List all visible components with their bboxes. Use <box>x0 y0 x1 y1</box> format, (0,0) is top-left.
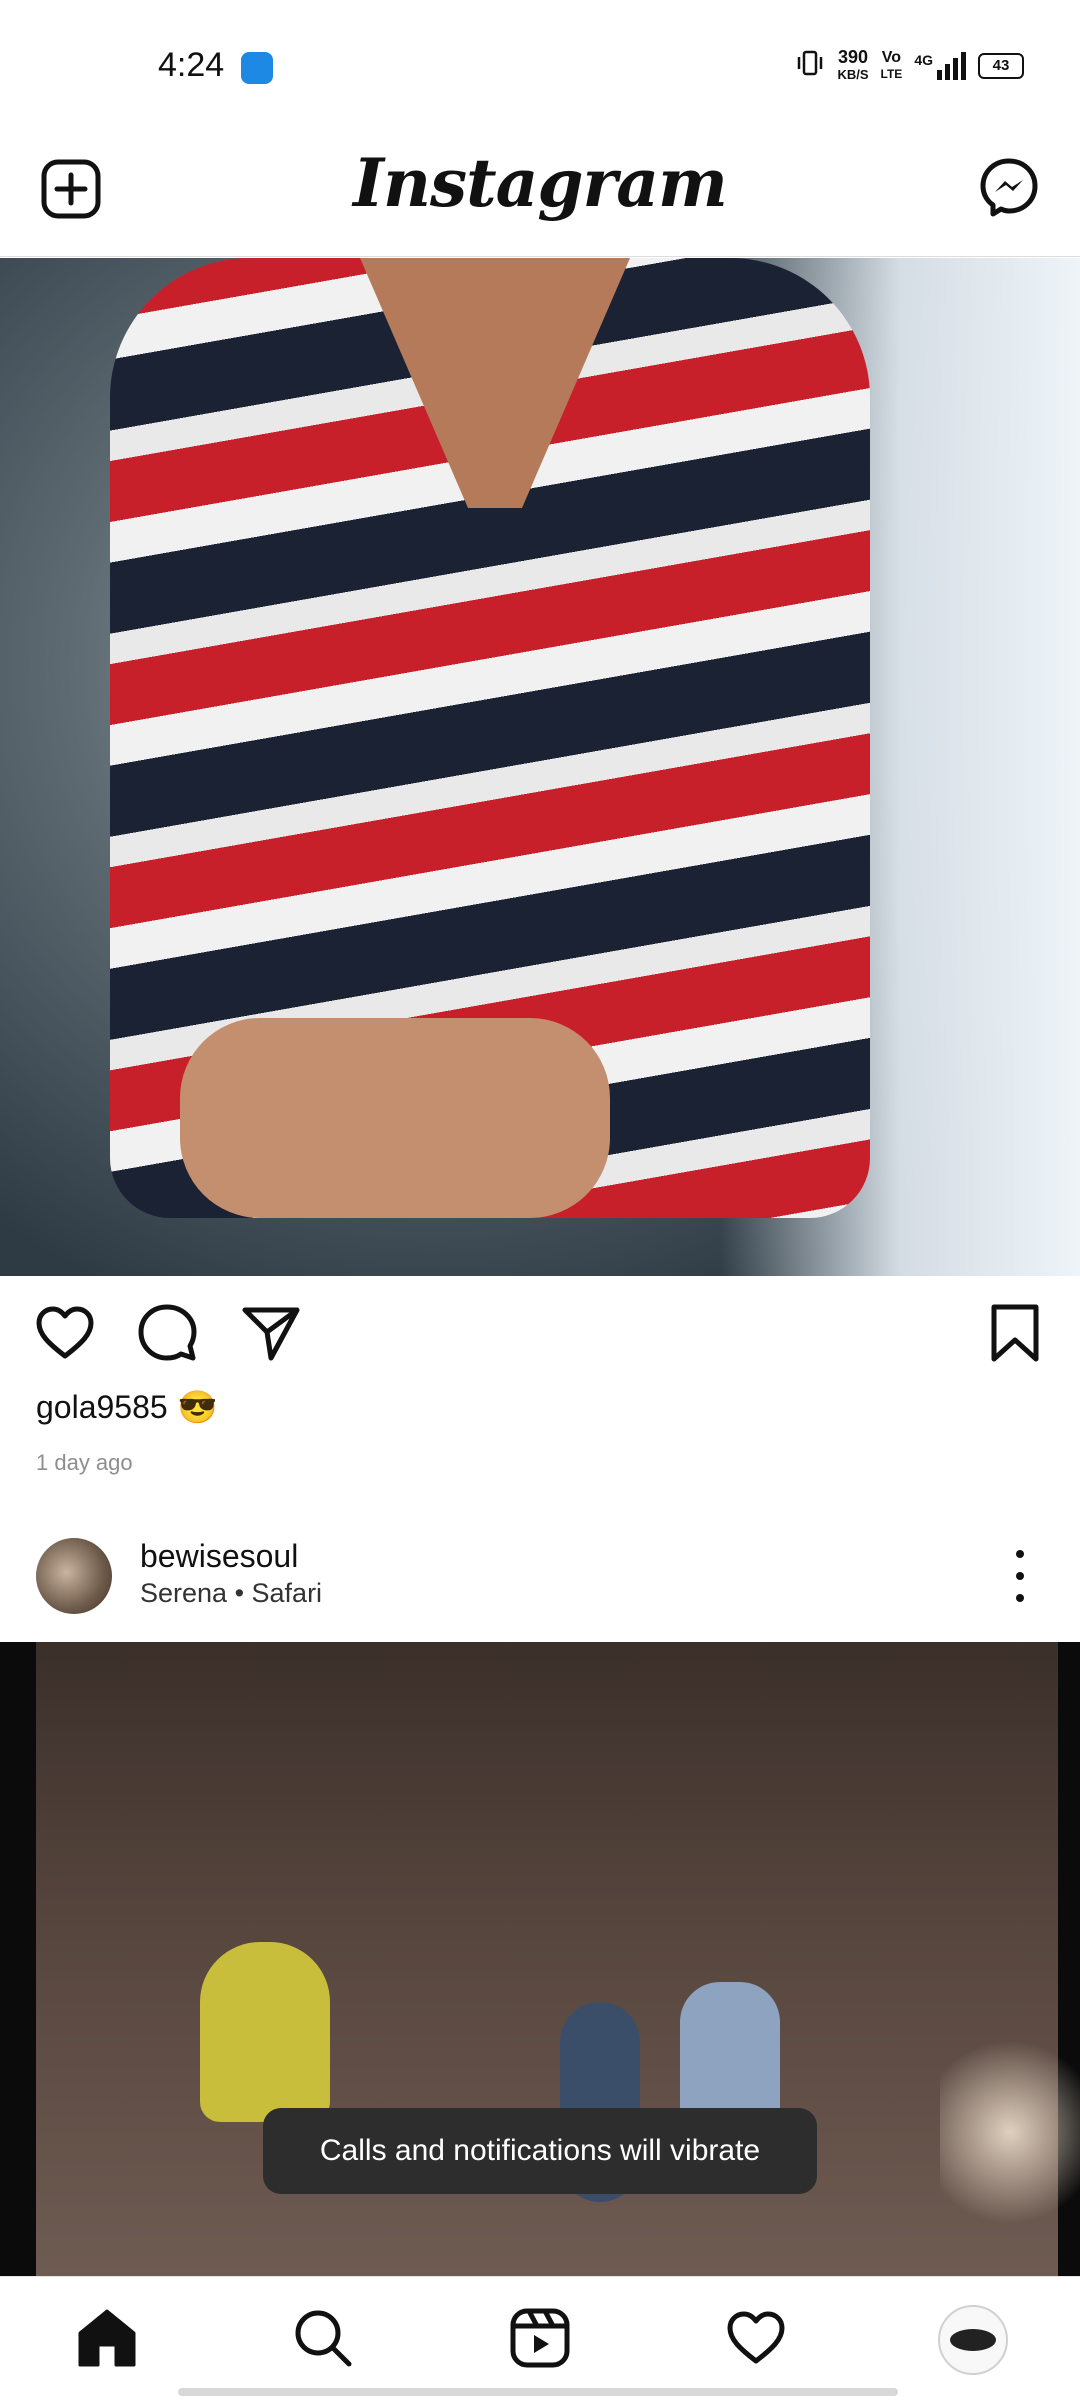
volte-indicator: Vo LTE <box>880 48 903 82</box>
network-speed-value: 390 <box>837 46 869 67</box>
vibrate-icon <box>795 48 825 83</box>
hands-area <box>180 1018 610 1218</box>
search-icon[interactable] <box>292 2307 354 2369</box>
network-speed: 390 KB/S <box>837 46 869 83</box>
volte-bottom: LTE <box>880 66 903 81</box>
post-username[interactable]: gola9585 <box>36 1389 168 1426</box>
post-audio-subline[interactable]: Serena • Safari <box>140 1578 322 1609</box>
home-icon[interactable] <box>76 2307 138 2369</box>
reels-icon[interactable] <box>509 2307 571 2369</box>
profile-image <box>950 2329 996 2351</box>
network-type: 4G <box>914 51 933 68</box>
more-options-icon[interactable] <box>1000 1550 1040 1602</box>
light-glow <box>940 2022 1080 2242</box>
battery-icon: 43 <box>978 52 1024 79</box>
activity-heart-icon[interactable] <box>725 2307 787 2369</box>
network-speed-unit: KB/S <box>837 66 869 82</box>
post-header: bewisesoul Serena • Safari <box>0 1520 1080 1640</box>
battery-level: 43 <box>992 57 1010 74</box>
heart-icon[interactable] <box>34 1302 96 1364</box>
share-icon[interactable] <box>240 1302 302 1364</box>
status-time: 4:24 <box>158 46 225 84</box>
status-bar: 4:24 390 KB/S Vo LTE 4G 43 <box>0 0 1080 130</box>
volte-top: Vo <box>881 48 902 66</box>
comment-icon[interactable] <box>136 1302 198 1364</box>
gesture-bar <box>178 2388 898 2396</box>
post-author[interactable]: bewisesoul <box>140 1538 298 1575</box>
post-timestamp: 1 day ago <box>36 1450 133 1475</box>
post-image[interactable] <box>0 258 1080 1276</box>
toast-message: Calls and notifications will vibrate <box>263 2108 817 2194</box>
instagram-logo: Instagram <box>353 144 728 222</box>
post-actions <box>0 1290 1080 1380</box>
bookmark-icon[interactable] <box>984 1302 1046 1364</box>
video-letterbox-left <box>0 1642 36 2276</box>
profile-avatar[interactable] <box>938 2305 1008 2375</box>
caption-emoji: 😎 <box>177 1389 218 1425</box>
app-header: Instagram <box>0 130 1080 257</box>
status-icons: 390 KB/S Vo LTE 4G 43 <box>795 48 1024 83</box>
avatar[interactable] <box>36 1538 112 1614</box>
dancer-figure <box>200 1942 330 2122</box>
messenger-icon[interactable] <box>978 156 1040 218</box>
signal-icon: 4G <box>914 51 966 80</box>
bottom-nav <box>0 2276 1080 2401</box>
android-notification-icon <box>241 52 273 84</box>
post-caption: gola9585 😎 <box>36 1388 218 1426</box>
